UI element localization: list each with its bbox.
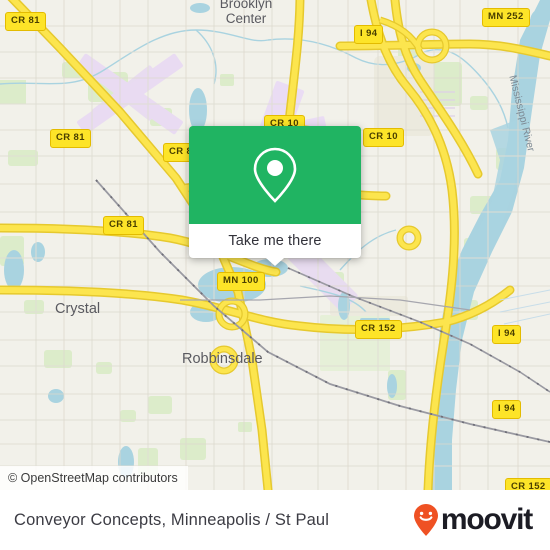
popup-tail [266,258,284,266]
shield-cr-10-b[interactable]: CR 10 [363,128,404,147]
map-pin-icon [253,147,297,203]
shield-cr-152[interactable]: CR 152 [355,320,402,339]
map-screenshot: Brooklyn Center Crystal Robbinsdale Miss… [0,0,550,550]
shield-i-94-mid[interactable]: I 94 [492,325,522,344]
map-canvas[interactable]: Brooklyn Center Crystal Robbinsdale Miss… [0,0,550,490]
location-popup-card[interactable]: Take me there [189,126,361,266]
place-label-robbinsdale: Robbinsdale [182,351,263,367]
osm-attribution[interactable]: © OpenStreetMap contributors [0,466,188,490]
footer-place-title: Conveyor Concepts, Minneapolis / St Paul [14,510,330,529]
shield-cr-152-b[interactable]: CR 152 [505,478,550,490]
shield-cr-81-b[interactable]: CR 81 [50,129,91,148]
moovit-wordmark: moovit [440,503,533,536]
take-me-there-label: Take me there [228,233,322,249]
moovit-brand[interactable]: moovit [413,503,533,537]
moovit-smile-pin-icon [413,504,438,536]
popup-action-bar[interactable]: Take me there [189,224,361,266]
footer-bar: Conveyor Concepts, Minneapolis / St Paul… [0,490,550,550]
osm-attribution-text: © OpenStreetMap contributors [8,471,178,485]
popup-pin-area [189,126,361,224]
shield-cr-81-a[interactable]: CR 81 [5,12,46,31]
shield-cr-81-d[interactable]: CR 81 [103,216,144,235]
shield-i-94-top[interactable]: I 94 [354,25,384,44]
place-label-brooklyn-center-line2: Center [225,11,267,26]
place-label-brooklyn-center-line1: Brooklyn [219,0,273,11]
place-label-crystal: Crystal [55,301,101,317]
shield-i-94-low[interactable]: I 94 [492,400,522,419]
shield-mn-100[interactable]: MN 100 [217,272,265,291]
shield-mn-252[interactable]: MN 252 [482,8,530,27]
place-label-brooklyn-center: Brooklyn Center [200,0,292,26]
